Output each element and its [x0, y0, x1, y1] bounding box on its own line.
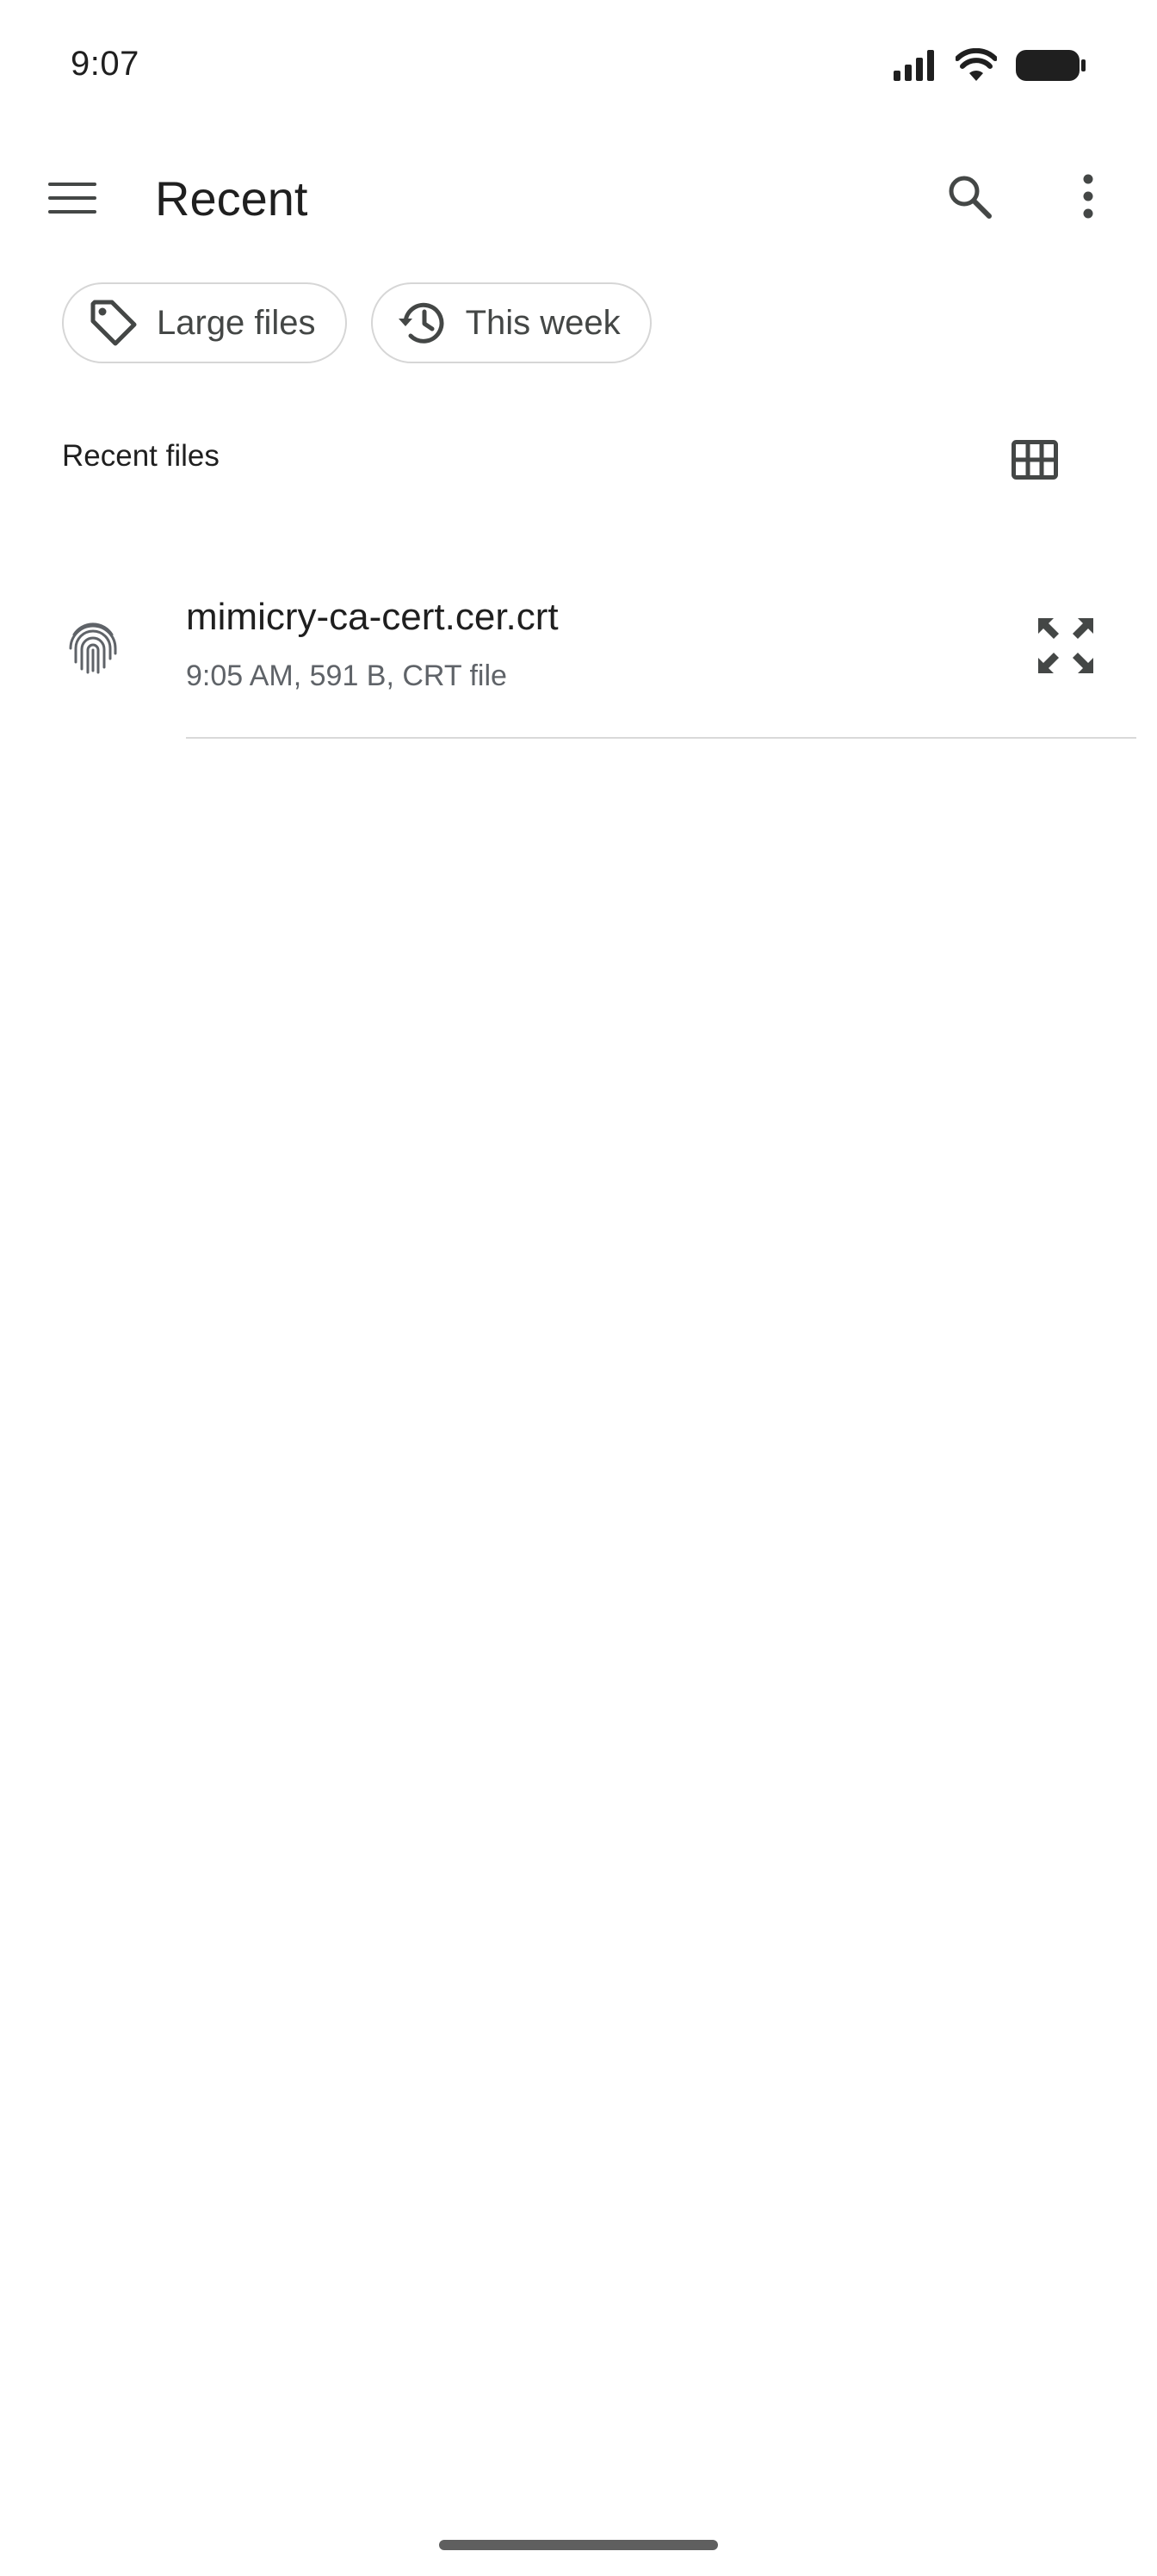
chip-label: This week	[465, 303, 621, 342]
home-indicator[interactable]	[439, 2540, 718, 2550]
history-icon	[395, 295, 450, 350]
wifi-icon	[955, 47, 998, 87]
page-title: Recent	[155, 171, 308, 226]
search-icon	[945, 172, 993, 225]
list-item[interactable]: mimicry-ca-cert.cer.crt 9:05 AM, 591 B, …	[0, 560, 1157, 740]
file-meta: 9:05 AM, 591 B, CRT file	[186, 659, 507, 692]
hamburger-menu-icon	[48, 181, 96, 220]
chip-this-week[interactable]: This week	[370, 282, 652, 363]
expand-icon	[1035, 615, 1097, 681]
grid-view-icon	[1012, 439, 1058, 484]
grid-view-button[interactable]	[993, 420, 1076, 503]
chip-large-files[interactable]: Large files	[62, 282, 347, 363]
battery-icon	[1016, 48, 1086, 87]
status-bar: 9:07	[0, 0, 1157, 129]
file-name: mimicry-ca-cert.cer.crt	[186, 596, 559, 638]
filter-chips: Large files This week	[62, 282, 652, 363]
signal-icon	[894, 48, 937, 87]
status-time: 9:07	[71, 45, 139, 83]
chip-label: Large files	[157, 303, 316, 342]
fingerprint-icon	[57, 611, 129, 684]
search-button[interactable]	[928, 157, 1011, 239]
status-icons	[894, 47, 1086, 87]
list-divider	[186, 737, 1136, 739]
app-bar: Recent	[0, 146, 1157, 253]
tag-icon	[86, 295, 141, 350]
expand-preview-button[interactable]	[1023, 604, 1109, 690]
section-header: Recent files	[62, 439, 220, 473]
menu-button[interactable]	[31, 158, 114, 241]
more-vert-icon	[1081, 174, 1095, 223]
more-options-button[interactable]	[1047, 157, 1129, 239]
